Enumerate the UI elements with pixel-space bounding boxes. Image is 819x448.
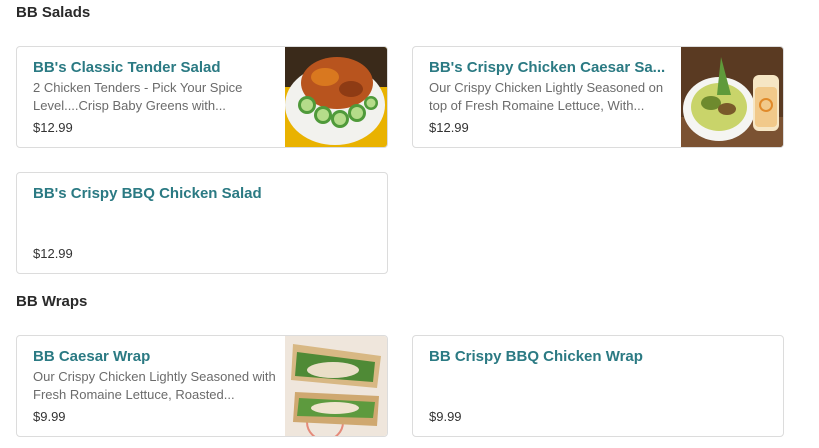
menu-item-description <box>429 368 767 404</box>
menu-item-name: BB's Classic Tender Salad <box>33 59 221 76</box>
menu-item-card[interactable]: BB Crispy BBQ Chicken Wrap $9.99 <box>412 335 784 437</box>
menu-item-description: 2 Chicken Tenders - Pick Your Spice Leve… <box>33 80 243 113</box>
menu-item-text: BB's Classic Tender Salad 2 Chicken Tend… <box>33 58 277 115</box>
menu-item-price: $9.99 <box>429 409 462 424</box>
menu-item-text: BB's Crispy Chicken Caesar Sa... Our Cri… <box>429 58 673 115</box>
menu-item-text: BB Caesar Wrap Our Crispy Chicken Lightl… <box>33 347 277 404</box>
menu-item-description <box>33 205 371 241</box>
menu-item-card[interactable]: BB's Classic Tender Salad 2 Chicken Tend… <box>16 46 388 148</box>
menu-item-text: BB's Crispy BBQ Chicken Salad <box>33 184 371 241</box>
section-title-wraps: BB Wraps <box>16 293 88 310</box>
food-photo-tender-salad <box>285 47 387 147</box>
menu-item-name: BB's Crispy BBQ Chicken Salad <box>33 185 262 202</box>
menu-item-price: $12.99 <box>429 120 469 135</box>
menu-item-description: Our Crispy Chicken Lightly Seasoned with… <box>33 369 276 402</box>
menu-item-name: BB Caesar Wrap <box>33 348 151 365</box>
menu-item-text: BB Crispy BBQ Chicken Wrap <box>429 347 767 404</box>
menu-item-card[interactable]: BB's Crispy BBQ Chicken Salad $12.99 <box>16 172 388 274</box>
menu-item-price: $12.99 <box>33 120 73 135</box>
food-photo-caesar-salad <box>681 47 783 147</box>
menu-item-description: Our Crispy Chicken Lightly Seasoned on t… <box>429 80 664 113</box>
food-photo-caesar-wrap <box>285 336 387 436</box>
menu-item-card[interactable]: BB's Crispy Chicken Caesar Sa... Our Cri… <box>412 46 784 148</box>
menu-item-name: BB's Crispy Chicken Caesar Sa... <box>429 59 666 76</box>
menu-item-name: BB Crispy BBQ Chicken Wrap <box>429 348 643 365</box>
menu-item-card[interactable]: BB Caesar Wrap Our Crispy Chicken Lightl… <box>16 335 388 437</box>
menu-item-price: $12.99 <box>33 246 73 261</box>
menu-item-price: $9.99 <box>33 409 66 424</box>
section-title-salads: BB Salads <box>16 4 91 21</box>
